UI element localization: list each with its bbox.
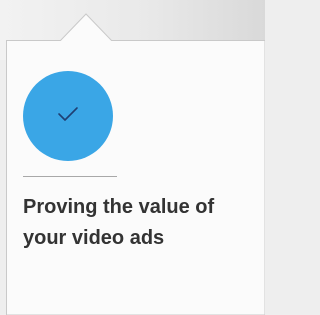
checkmark-icon bbox=[57, 106, 79, 127]
tooltip-card bbox=[6, 13, 265, 315]
check-badge bbox=[23, 71, 113, 161]
card-title: Proving the value of your video ads bbox=[23, 196, 215, 249]
divider bbox=[23, 176, 117, 177]
